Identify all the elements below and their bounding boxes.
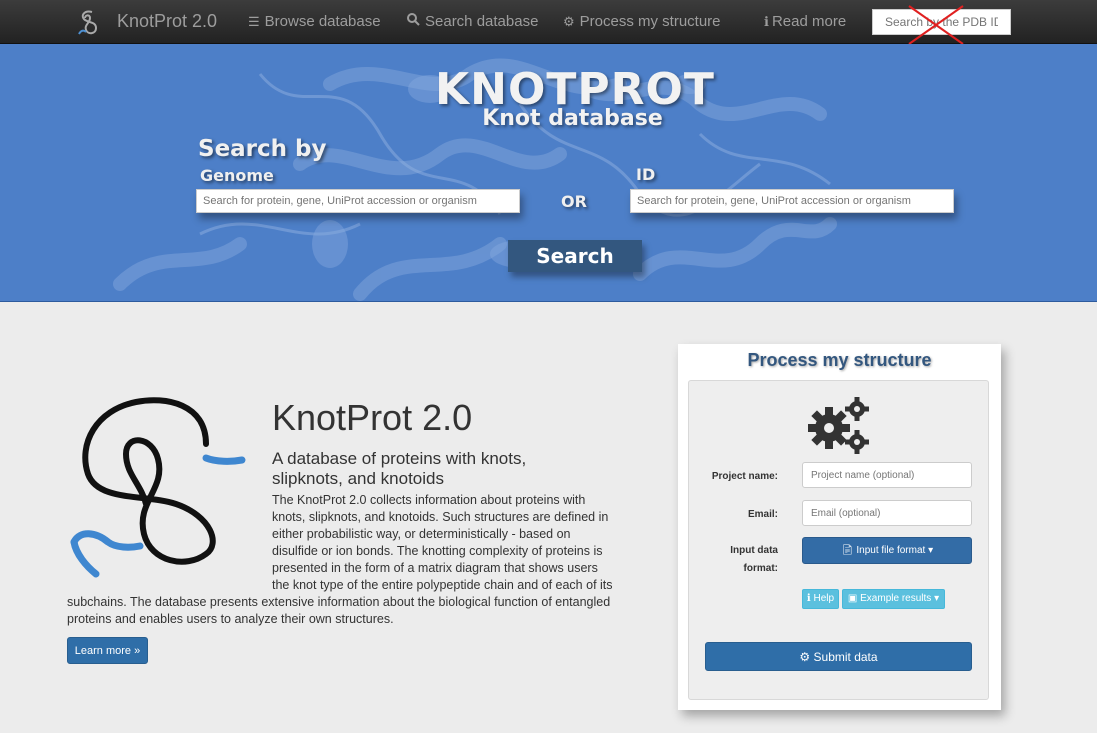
submit-data-button[interactable]: ⚙ Submit data <box>705 642 972 671</box>
top-navbar: KnotProt 2.0 ☰ Browse database Search dat… <box>0 0 1097 44</box>
cogs-icon <box>808 397 869 454</box>
description-line: disulfide or ion bonds. The knotting com… <box>272 544 603 558</box>
knotprot-logo-icon[interactable] <box>76 8 104 38</box>
id-search-input[interactable] <box>630 189 954 213</box>
input-format-label-line1: Input data <box>730 545 778 556</box>
or-label: OR <box>561 192 587 211</box>
description-line: knots, slipknots, and knotoids. Such str… <box>272 510 609 524</box>
hero-search-button[interactable]: Search <box>508 240 642 272</box>
submit-data-label: Submit data <box>813 650 878 664</box>
description-line: proteins and enables users to analyze th… <box>67 612 394 626</box>
panel-title: Process my structure <box>747 350 932 370</box>
project-name-input[interactable] <box>802 462 972 488</box>
description-line: the knot type of the entire polypeptide … <box>272 578 613 592</box>
cogs-icon: ⚙ <box>563 14 575 29</box>
cogs-icon: ⚙ <box>799 650 811 664</box>
nav-search-database[interactable]: Search database <box>407 13 538 30</box>
nav-search-label: Search database <box>425 13 539 30</box>
nav-browse-label: Browse database <box>264 13 381 30</box>
search-icon-svg <box>407 13 420 26</box>
email-label: Email: <box>747 509 778 520</box>
picture-icon: ▣ <box>847 593 858 604</box>
description-line: The KnotProt 2.0 collects information ab… <box>272 493 586 507</box>
list-icon: ☰ <box>248 14 260 29</box>
nav-process-label: Process my structure <box>579 13 721 30</box>
id-label: ID <box>636 165 656 184</box>
input-file-format-dropdown[interactable]: 📄︎ Input file format ▾ <box>802 537 972 564</box>
description-line: either probabilistic way, or determinist… <box>272 527 571 541</box>
genome-label: Genome <box>200 166 274 185</box>
description-line: subchains. The database presents extensi… <box>67 595 611 609</box>
input-format-label-line2: format: <box>743 563 778 574</box>
example-results-dropdown[interactable]: ▣ Example results ▾ <box>842 589 945 609</box>
hero-banner: KNOTPROT Knot database Search by Genome … <box>0 44 1097 302</box>
help-label: Help <box>813 593 835 604</box>
info-icon: ℹ <box>806 593 811 604</box>
nav-read-more[interactable]: ℹ Read more <box>764 13 846 30</box>
knotprot-big-logo-icon <box>70 397 246 578</box>
main-title: KnotProt 2.0 <box>272 397 473 438</box>
brand-link[interactable]: KnotProt 2.0 <box>117 11 217 32</box>
main-lead: A database of proteins with knots, slipk… <box>272 449 527 488</box>
nav-process-structure[interactable]: ⚙ Process my structure <box>563 13 721 30</box>
nav-read-more-label: Read more <box>771 13 847 30</box>
file-icon: 📄︎ <box>840 545 854 556</box>
project-name-label: Project name: <box>711 471 778 482</box>
nav-browse-database[interactable]: ☰ Browse database <box>248 13 381 30</box>
learn-more-button[interactable]: Learn more » <box>67 637 148 664</box>
search-icon <box>407 13 420 29</box>
search-by-heading: Search by <box>198 136 327 162</box>
info-icon: ℹ <box>764 14 769 29</box>
caret-down-icon: ▾ <box>928 545 934 556</box>
genome-search-input[interactable] <box>196 189 520 213</box>
caret-down-icon: ▾ <box>934 593 940 604</box>
description-line: presented in the form of a matrix diagra… <box>272 561 598 575</box>
hero-subtitle: Knot database <box>482 106 663 131</box>
email-input[interactable] <box>802 500 972 526</box>
input-file-format-label: Input file format <box>856 545 926 556</box>
help-button[interactable]: ℹ Help <box>802 589 839 609</box>
pdb-id-search-input[interactable] <box>872 9 1011 35</box>
example-results-label: Example results <box>860 593 932 604</box>
